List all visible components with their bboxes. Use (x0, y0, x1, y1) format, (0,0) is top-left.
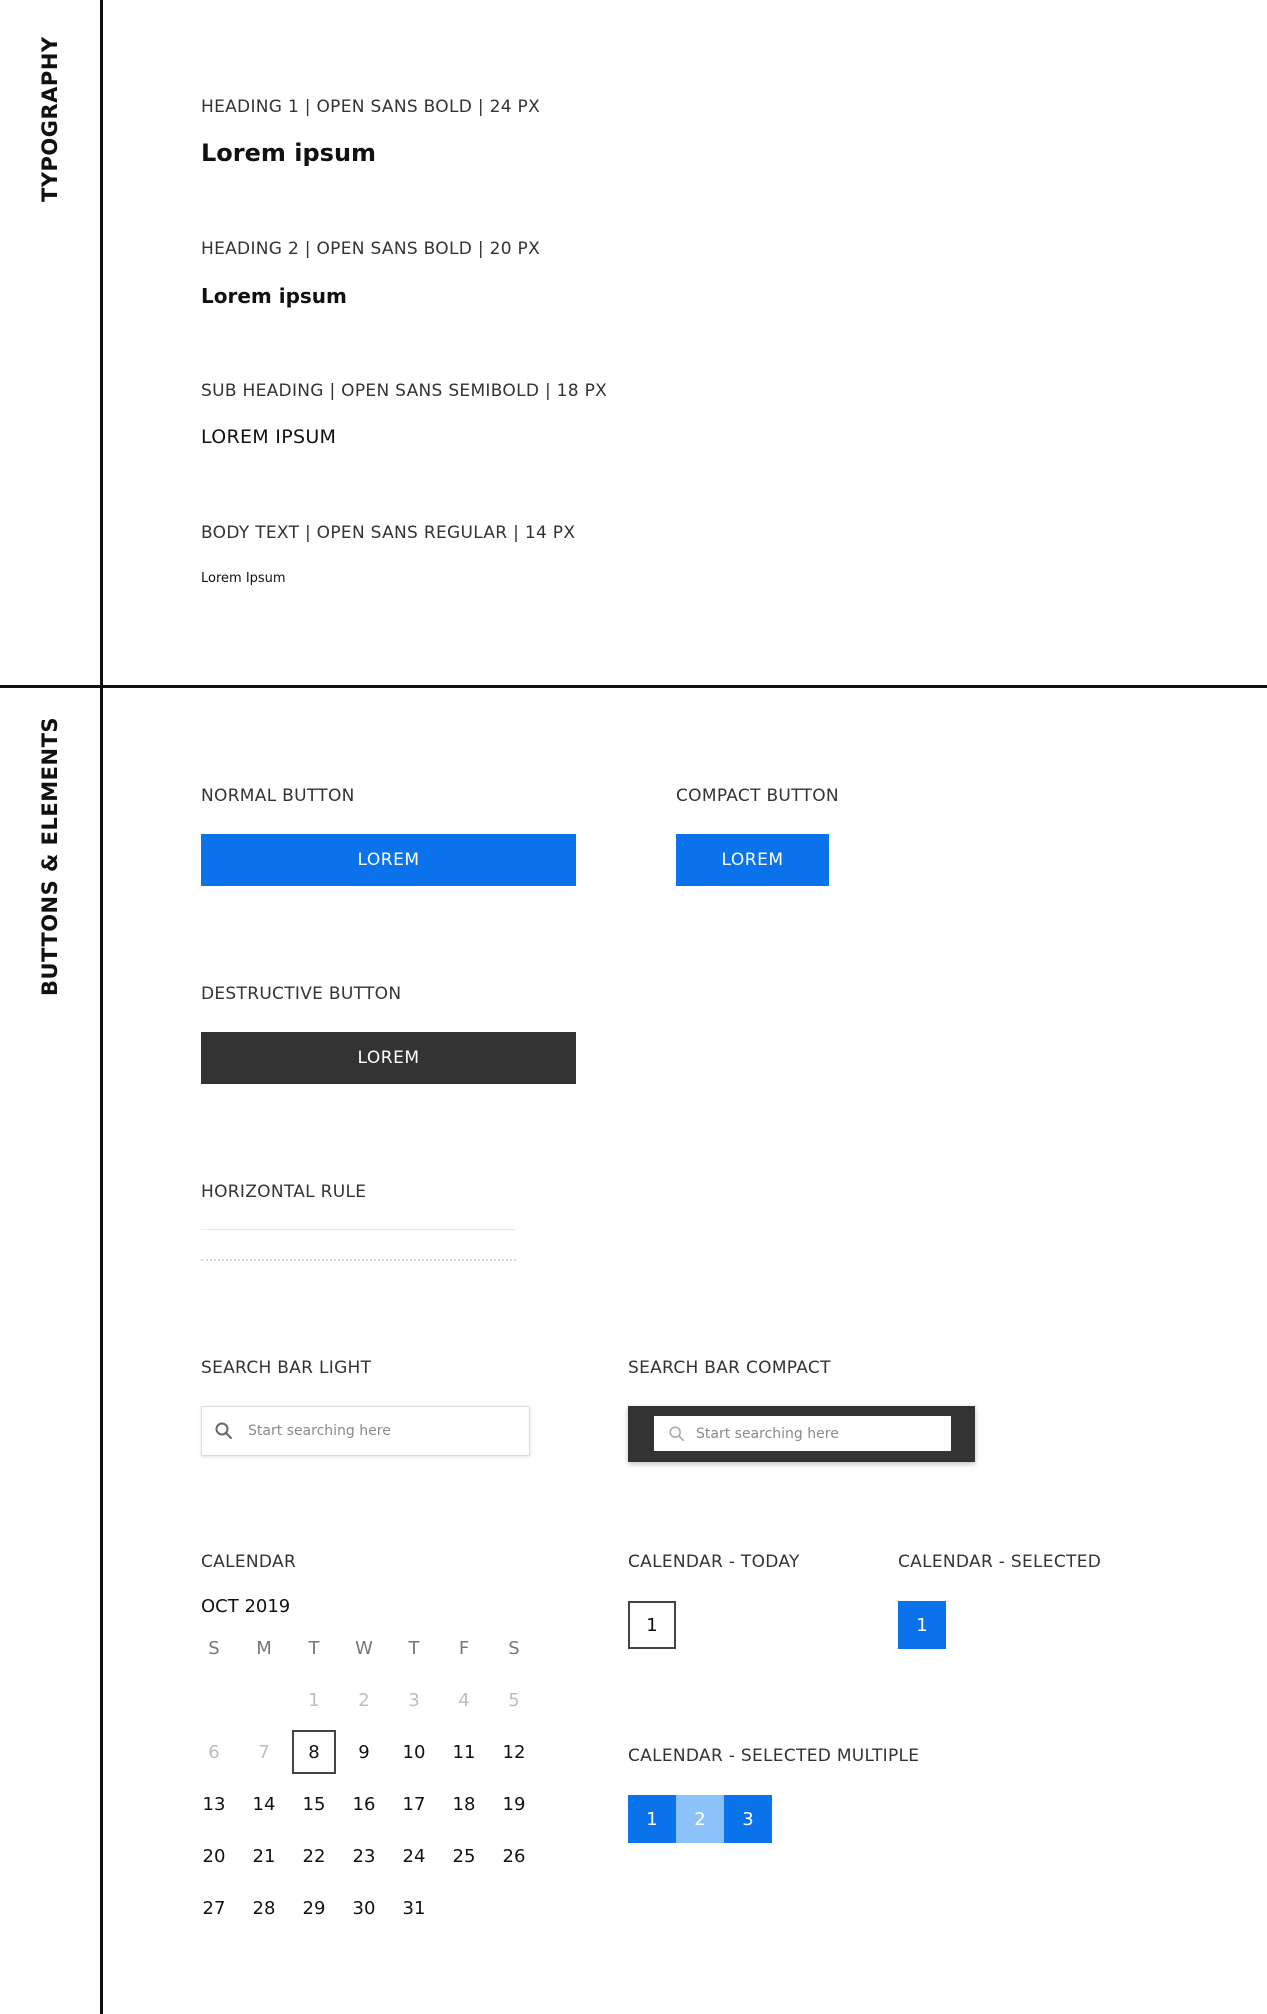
subheading-sample: LOREM IPSUM (201, 426, 337, 448)
calendar-day[interactable]: 20 (189, 1830, 239, 1882)
calendar-day[interactable]: 26 (489, 1830, 539, 1882)
calendar-day-disabled: 6 (208, 1741, 220, 1763)
heading1-spec-label: HEADING 1 | OPEN SANS BOLD | 24 PX (201, 97, 541, 117)
calendar-day[interactable]: 27 (189, 1882, 239, 1934)
calendar-day[interactable]: 23 (339, 1830, 389, 1882)
calendar-day-disabled: 1 (308, 1689, 320, 1711)
calendar-day[interactable]: 16 (339, 1778, 389, 1830)
horizontal-rule-dotted (201, 1259, 516, 1261)
calendar-day-today[interactable]: 8 (289, 1726, 339, 1778)
calendar-weekday: S (208, 1637, 220, 1659)
calendar-day[interactable]: 10 (389, 1726, 439, 1778)
search-bar-compact[interactable]: Start searching here (628, 1406, 975, 1462)
calendar-multiple-label: CALENDAR - SELECTED MULTIPLE (628, 1746, 920, 1766)
calendar-label: CALENDAR (201, 1552, 297, 1572)
destructive-button-label: DESTRUCTIVE BUTTON (201, 984, 402, 1004)
search-bar-light[interactable]: Start searching here (201, 1406, 530, 1456)
calendar-blank (239, 1674, 289, 1726)
calendar-day[interactable]: 25 (439, 1830, 489, 1882)
calendar-day[interactable]: 21 (239, 1830, 289, 1882)
calendar-month: OCT 2019 (201, 1596, 291, 1617)
calendar-range-start[interactable]: 1 (628, 1795, 676, 1843)
section-label-typography: TYPOGRAPHY (38, 36, 62, 202)
search-placeholder: Start searching here (696, 1425, 839, 1442)
section-divider (0, 685, 1267, 688)
calendar-weekday: M (256, 1637, 272, 1659)
calendar-weekday: T (308, 1637, 320, 1659)
horizontal-rule-label: HORIZONTAL RULE (201, 1182, 367, 1202)
compact-button[interactable]: LOREM (676, 834, 829, 886)
calendar-range-end[interactable]: 3 (724, 1795, 772, 1843)
compact-button-label: COMPACT BUTTON (676, 786, 839, 806)
calendar-day[interactable]: 18 (439, 1778, 489, 1830)
calendar-selected-sample[interactable]: 1 (898, 1601, 946, 1649)
calendar-day[interactable]: 30 (339, 1882, 389, 1934)
calendar-multiple-sample: 1 2 3 (628, 1795, 772, 1843)
heading2-sample: Lorem ipsum (201, 284, 347, 308)
search-placeholder: Start searching here (248, 1423, 391, 1439)
calendar-day-disabled: 5 (508, 1689, 520, 1711)
section-label-buttons: BUTTONS & ELEMENTS (38, 716, 62, 996)
calendar-day-disabled: 3 (408, 1689, 420, 1711)
calendar-day[interactable]: 15 (289, 1778, 339, 1830)
search-icon (669, 1425, 685, 1441)
heading1-sample: Lorem ipsum (201, 139, 377, 167)
calendar-day[interactable]: 17 (389, 1778, 439, 1830)
body-sample: Lorem Ipsum (201, 571, 286, 586)
search-compact-field[interactable]: Start searching here (654, 1416, 951, 1451)
calendar-day[interactable]: 11 (439, 1726, 489, 1778)
calendar-day[interactable]: 19 (489, 1778, 539, 1830)
calendar-day[interactable]: 9 (339, 1726, 389, 1778)
calendar-day[interactable]: 31 (389, 1882, 439, 1934)
normal-button[interactable]: LOREM (201, 834, 576, 886)
calendar-today-sample[interactable]: 1 (628, 1601, 676, 1649)
horizontal-rule-solid (201, 1229, 516, 1230)
subheading-spec-label: SUB HEADING | OPEN SANS SEMIBOLD | 18 PX (201, 381, 608, 401)
calendar-selected-label: CALENDAR - SELECTED (898, 1552, 1102, 1572)
calendar-day[interactable]: 29 (289, 1882, 339, 1934)
calendar-weekday: T (408, 1637, 420, 1659)
calendar-weekday: W (355, 1637, 373, 1659)
vertical-divider (100, 0, 103, 2014)
calendar-day[interactable]: 28 (239, 1882, 289, 1934)
calendar-day[interactable]: 13 (189, 1778, 239, 1830)
search-icon (215, 1422, 232, 1439)
calendar-day[interactable]: 24 (389, 1830, 439, 1882)
destructive-button[interactable]: LOREM (201, 1032, 576, 1084)
calendar-blank (189, 1674, 239, 1726)
calendar-weekday: F (458, 1637, 470, 1659)
body-spec-label: BODY TEXT | OPEN SANS REGULAR | 14 PX (201, 523, 576, 543)
calendar-day[interactable]: 14 (239, 1778, 289, 1830)
search-compact-label: SEARCH BAR COMPACT (628, 1358, 831, 1378)
calendar-range-middle[interactable]: 2 (676, 1795, 724, 1843)
calendar-day[interactable]: 12 (489, 1726, 539, 1778)
calendar-today-label: CALENDAR - TODAY (628, 1552, 800, 1572)
calendar-day[interactable]: 22 (289, 1830, 339, 1882)
calendar-day-disabled: 2 (358, 1689, 370, 1711)
search-light-label: SEARCH BAR LIGHT (201, 1358, 372, 1378)
normal-button-label: NORMAL BUTTON (201, 786, 355, 806)
heading2-spec-label: HEADING 2 | OPEN SANS BOLD | 20 PX (201, 239, 541, 259)
calendar-today-marker[interactable]: 8 (292, 1730, 336, 1774)
calendar-weekday: S (508, 1637, 520, 1659)
calendar-grid: S M T W T F S 1 2 3 4 5 6 7 8 9 10 11 12 13 14 15 16 17 18 19 20 21… (189, 1622, 539, 1934)
calendar-day-disabled: 4 (458, 1689, 470, 1711)
calendar-day-disabled: 7 (258, 1741, 270, 1763)
